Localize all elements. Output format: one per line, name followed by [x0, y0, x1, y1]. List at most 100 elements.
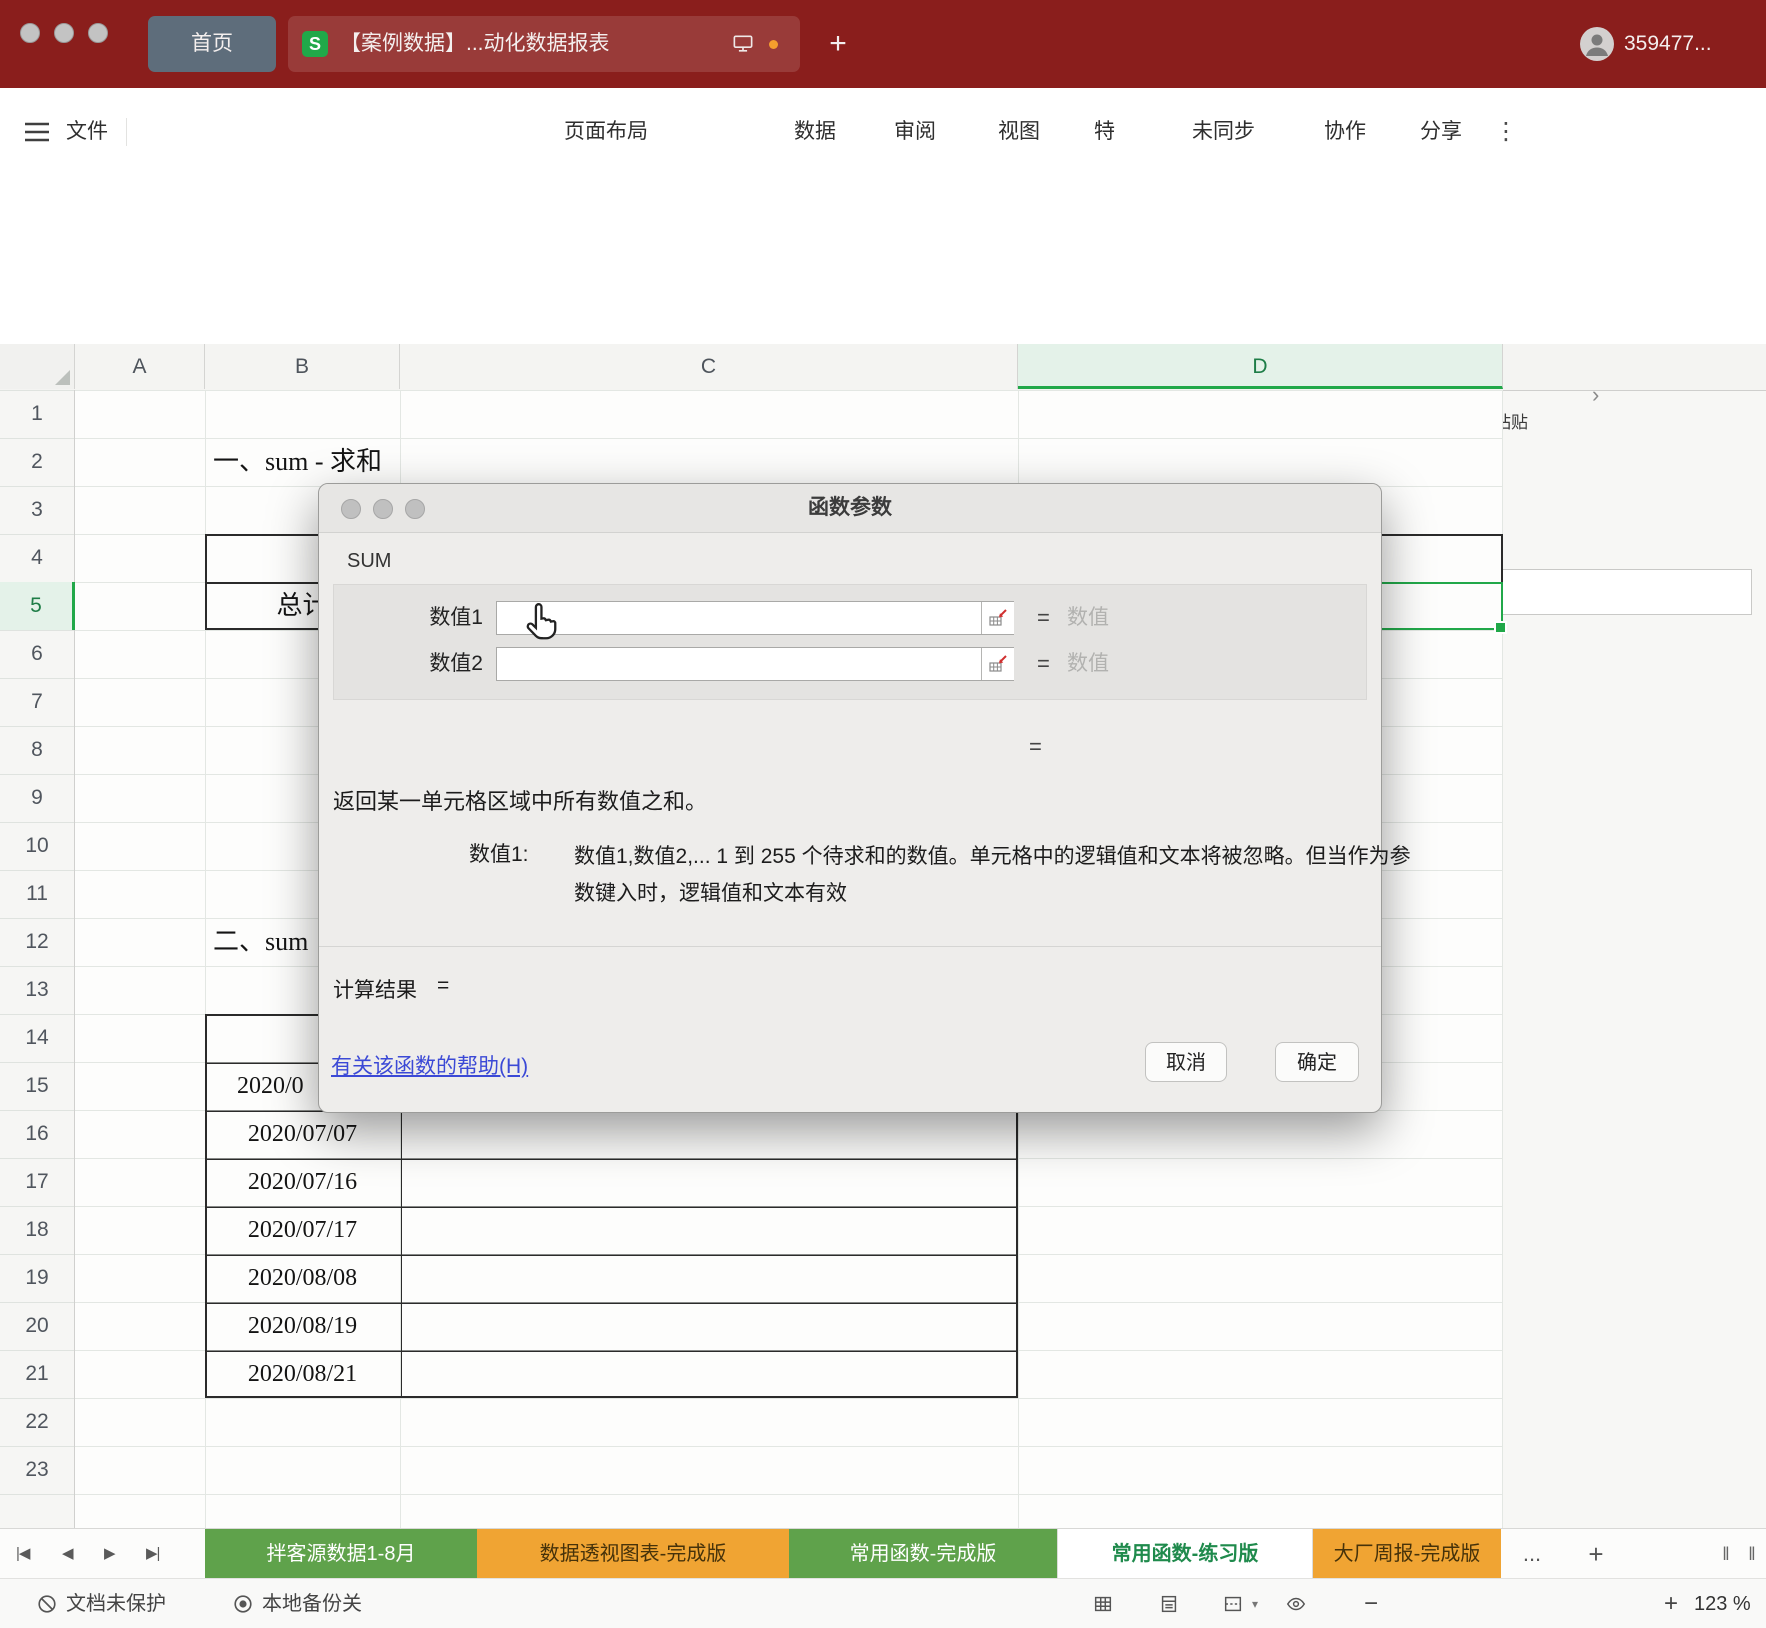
- corner-triangle-icon: [55, 370, 70, 385]
- select-all-corner[interactable]: [0, 344, 75, 389]
- row-header-19[interactable]: 19: [0, 1254, 74, 1302]
- col-header-b[interactable]: B: [205, 344, 400, 389]
- row-header-15[interactable]: 15: [0, 1062, 74, 1110]
- arg2-range-select-button[interactable]: [981, 648, 1014, 680]
- share-label[interactable]: 分享: [1420, 88, 1462, 176]
- sheet-tab-0[interactable]: 拌客源数据1-8月: [205, 1529, 477, 1579]
- menu-special-partial[interactable]: 特: [1094, 88, 1115, 176]
- cell-b2-section-title[interactable]: 一、sum - 求和: [213, 438, 382, 486]
- page-layout-view-icon[interactable]: [1158, 1593, 1180, 1615]
- zoom-in-button[interactable]: +: [1664, 1579, 1678, 1628]
- document-tab[interactable]: S 【案例数据】...动化数据报表: [288, 16, 800, 72]
- add-sheet-button[interactable]: +: [1576, 1529, 1616, 1579]
- row-header-1[interactable]: 1: [0, 390, 74, 438]
- cell-b19-date[interactable]: 2020/08/08: [205, 1254, 400, 1302]
- cell-b12-section-title[interactable]: 二、sum: [213, 918, 308, 966]
- row-header-10[interactable]: 10: [0, 822, 74, 870]
- result-equals: =: [437, 974, 450, 997]
- monitor-icon: [733, 35, 753, 52]
- menu-page-layout[interactable]: 页面布局: [564, 88, 648, 176]
- window-zoom-icon[interactable]: [88, 23, 108, 43]
- row-header-23[interactable]: 23: [0, 1446, 74, 1494]
- sheet-tab-3-active[interactable]: 常用函数-练习版: [1057, 1529, 1313, 1579]
- row-header-4[interactable]: 4: [0, 534, 74, 582]
- window-close-icon[interactable]: [20, 23, 40, 43]
- sheet-tab-4[interactable]: 大厂周报-完成版: [1313, 1529, 1501, 1579]
- row-header-16[interactable]: 16: [0, 1110, 74, 1158]
- row-header-7[interactable]: 7: [0, 678, 74, 726]
- row-header-13[interactable]: 13: [0, 966, 74, 1014]
- more-options-icon[interactable]: ⋮: [1494, 88, 1518, 176]
- last-sheet-icon[interactable]: ▶|: [146, 1529, 160, 1579]
- page-break-view-icon[interactable]: [1222, 1593, 1244, 1615]
- row-header-12[interactable]: 12: [0, 918, 74, 966]
- cell-b18-date[interactable]: 2020/07/17: [205, 1206, 400, 1254]
- menu-view[interactable]: 视图: [998, 88, 1040, 176]
- next-sheet-icon[interactable]: ▶: [104, 1529, 116, 1579]
- backup-status-icon[interactable]: [232, 1593, 254, 1615]
- row-header-5-selected[interactable]: 5: [0, 582, 75, 630]
- arg2-label: 数值2: [429, 652, 483, 675]
- row-header-11[interactable]: 11: [0, 870, 74, 918]
- cell-b17-date[interactable]: 2020/07/16: [205, 1158, 400, 1206]
- zoom-level[interactable]: 123 %: [1694, 1579, 1751, 1628]
- dialog-minimize-icon[interactable]: [373, 499, 393, 519]
- row-header-8[interactable]: 8: [0, 726, 74, 774]
- hamburger-menu-icon[interactable]: [24, 121, 50, 143]
- row-header-21[interactable]: 21: [0, 1350, 74, 1398]
- arg1-input[interactable]: [496, 601, 1014, 635]
- normal-view-icon[interactable]: [1092, 1593, 1114, 1615]
- window-minimize-icon[interactable]: [54, 23, 74, 43]
- backup-status[interactable]: 本地备份关: [262, 1579, 362, 1628]
- dialog-title-bar[interactable]: 函数参数: [319, 484, 1381, 533]
- row-header-9[interactable]: 9: [0, 774, 74, 822]
- cell-b20-date[interactable]: 2020/08/19: [205, 1302, 400, 1350]
- row-header-17[interactable]: 17: [0, 1158, 74, 1206]
- arg2-input[interactable]: [496, 647, 1014, 681]
- function-help-link[interactable]: 有关该函数的帮助(H): [331, 1050, 528, 1080]
- row-header-18[interactable]: 18: [0, 1206, 74, 1254]
- view-caret-icon[interactable]: ▾: [1252, 1579, 1258, 1628]
- tabbar-split-handle-icon-2[interactable]: ‖: [1740, 1529, 1764, 1579]
- col-header-a[interactable]: A: [75, 344, 205, 389]
- more-sheets-button[interactable]: ...: [1512, 1529, 1552, 1579]
- row-header-20[interactable]: 20: [0, 1302, 74, 1350]
- divider: [319, 946, 1381, 947]
- collaborate-label[interactable]: 协作: [1324, 88, 1366, 176]
- row-header-3[interactable]: 3: [0, 486, 74, 534]
- formula-bar: SUM ✕ ✓ fx =SUM(): [0, 280, 1766, 615]
- cancel-button[interactable]: 取消: [1145, 1042, 1227, 1082]
- param-description: 数值1,数值2,... 1 到 255 个待求和的数值。单元格中的逻辑值和文本将…: [574, 845, 1411, 905]
- zoom-out-button[interactable]: −: [1364, 1579, 1378, 1628]
- column-headers: A B C D: [0, 344, 1766, 391]
- function-args-dialog[interactable]: 函数参数 SUM 数值1 = 数值 数值2 = 数值 = 返回某一单元格区域中所…: [318, 483, 1411, 1113]
- arg1-range-select-button[interactable]: [981, 602, 1014, 634]
- home-tab[interactable]: 首页: [148, 16, 276, 72]
- row-header-2[interactable]: 2: [0, 438, 74, 486]
- row-header-14[interactable]: 14: [0, 1014, 74, 1062]
- row-header-6[interactable]: 6: [0, 630, 74, 678]
- col-header-d-selected[interactable]: D: [1018, 344, 1503, 389]
- arg1-equals: =: [1037, 605, 1050, 630]
- sync-status[interactable]: 未同步: [1192, 88, 1255, 176]
- prev-sheet-icon[interactable]: ◀: [62, 1529, 74, 1579]
- ok-button[interactable]: 确定: [1275, 1042, 1359, 1082]
- dialog-zoom-icon[interactable]: [405, 499, 425, 519]
- dialog-close-icon[interactable]: [341, 499, 361, 519]
- avatar[interactable]: [1580, 27, 1614, 61]
- menu-data[interactable]: 数据: [794, 88, 836, 176]
- first-sheet-icon[interactable]: |◀: [16, 1529, 30, 1579]
- protection-status-icon[interactable]: [36, 1593, 58, 1615]
- tabbar-split-handle-icon[interactable]: ‖: [1714, 1529, 1738, 1579]
- menu-file[interactable]: 文件: [66, 88, 108, 176]
- eye-protection-icon[interactable]: [1284, 1593, 1306, 1615]
- cell-b16-date[interactable]: 2020/07/07: [205, 1110, 400, 1158]
- menu-review[interactable]: 审阅: [894, 88, 936, 176]
- wps-spreadsheet-app: 首页 S 【案例数据】...动化数据报表 + 359477... 文件 页面布局…: [0, 0, 1766, 1628]
- col-header-c[interactable]: C: [400, 344, 1018, 389]
- sheet-tab-1[interactable]: 数据透视图表-完成版: [477, 1529, 789, 1579]
- new-tab-button[interactable]: +: [818, 0, 858, 88]
- sheet-tab-2[interactable]: 常用函数-完成版: [789, 1529, 1057, 1579]
- cell-b21-date[interactable]: 2020/08/21: [205, 1350, 400, 1398]
- protection-status[interactable]: 文档未保护: [66, 1579, 166, 1628]
